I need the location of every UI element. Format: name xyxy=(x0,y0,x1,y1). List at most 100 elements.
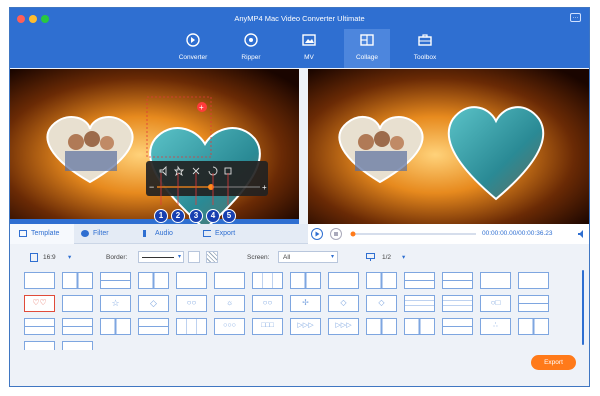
svg-text:−: − xyxy=(149,182,154,192)
converter-icon xyxy=(186,33,200,47)
tab-audio[interactable]: Audio xyxy=(143,224,198,244)
svg-text:+: + xyxy=(199,103,204,112)
template-item[interactable] xyxy=(404,295,435,312)
edit-preview-panel: + − + 1 2 3 4 5 xyxy=(10,69,299,231)
template-item[interactable] xyxy=(290,272,321,289)
screen-select-value: All xyxy=(283,254,291,261)
template-scrollbar[interactable] xyxy=(582,270,584,345)
template-item[interactable] xyxy=(100,318,131,335)
nav-toolbox[interactable]: Toolbox xyxy=(402,29,448,68)
chevron-down-icon: ▾ xyxy=(330,254,334,260)
collage-preview-canvas xyxy=(308,69,589,225)
template-item[interactable] xyxy=(138,318,169,335)
template-item[interactable] xyxy=(480,272,511,289)
nav-collage-label: Collage xyxy=(355,54,379,61)
template-item[interactable]: ○○ xyxy=(252,295,283,312)
border-label: Border: xyxy=(106,254,128,261)
feedback-icon[interactable]: … xyxy=(570,13,581,22)
chevron-down-icon[interactable]: ▾ xyxy=(68,253,71,261)
template-item[interactable]: □□□ xyxy=(252,318,283,335)
tab-audio-label: Audio xyxy=(155,230,173,237)
collage-edit-canvas: + − + xyxy=(10,69,299,231)
template-item[interactable] xyxy=(442,272,473,289)
template-item[interactable] xyxy=(366,272,397,289)
border-style-select[interactable]: ▾ xyxy=(138,251,184,263)
template-item[interactable] xyxy=(404,318,435,335)
tab-export[interactable]: Export xyxy=(203,224,258,244)
toolbox-icon xyxy=(418,34,432,46)
collage-icon xyxy=(360,34,374,46)
template-item[interactable] xyxy=(518,272,549,289)
template-item[interactable] xyxy=(24,341,55,350)
template-item[interactable]: ○□ xyxy=(480,295,511,312)
template-item[interactable] xyxy=(62,272,93,289)
nav-toolbox-label: Toolbox xyxy=(413,54,437,61)
nav-collage[interactable]: Collage xyxy=(344,29,390,68)
audio-icon xyxy=(143,229,151,237)
template-item[interactable] xyxy=(138,272,169,289)
output-preview-panel xyxy=(308,69,589,225)
template-item[interactable]: ◇ xyxy=(138,295,169,312)
template-item[interactable] xyxy=(328,272,359,289)
app-title: AnyMP4 Mac Video Converter Ultimate xyxy=(234,14,365,23)
badge-2: 2 xyxy=(171,209,185,223)
tab-filter[interactable]: Filter xyxy=(81,224,136,244)
template-item[interactable]: ☆ xyxy=(100,295,131,312)
tab-filter-label: Filter xyxy=(93,230,109,237)
template-item[interactable] xyxy=(518,295,549,312)
template-item[interactable] xyxy=(518,318,549,335)
template-item[interactable]: ▷▷▷ xyxy=(328,318,359,335)
screen-select[interactable]: All ▾ xyxy=(278,251,338,263)
nav-converter[interactable]: Converter xyxy=(170,29,216,68)
template-item[interactable] xyxy=(62,318,93,335)
export-icon xyxy=(203,229,211,237)
svg-text:+: + xyxy=(262,183,267,192)
template-item[interactable] xyxy=(24,272,55,289)
template-item[interactable]: ○○ xyxy=(176,295,207,312)
mv-icon xyxy=(302,34,316,46)
page-indicator: 1/2 xyxy=(382,254,392,261)
template-toolbar: 16:9 ▾ Border: ▾ Screen: All ▾ 1/2 ▾ xyxy=(10,247,589,267)
template-item[interactable]: ∴ xyxy=(480,318,511,335)
export-button[interactable]: Export xyxy=(531,355,576,370)
template-item[interactable] xyxy=(176,318,207,335)
template-item[interactable] xyxy=(62,295,93,312)
template-item[interactable]: ✢ xyxy=(290,295,321,312)
template-item[interactable] xyxy=(366,318,397,335)
template-item[interactable] xyxy=(442,295,473,312)
template-item[interactable]: ◇ xyxy=(366,295,397,312)
badge-1: 1 xyxy=(154,209,168,223)
template-item[interactable]: ▷▷▷ xyxy=(290,318,321,335)
template-item[interactable] xyxy=(100,272,131,289)
tab-template[interactable]: Template xyxy=(10,224,74,244)
nav-converter-label: Converter xyxy=(178,54,208,61)
template-item[interactable] xyxy=(404,272,435,289)
template-item[interactable]: ○○○ xyxy=(214,318,245,335)
chevron-down-icon[interactable]: ▾ xyxy=(402,253,405,261)
badge-5: 5 xyxy=(222,209,236,223)
nav-mv[interactable]: MV xyxy=(286,29,332,68)
border-pattern-button[interactable] xyxy=(206,251,218,263)
player-controls: 00:00:00.00/00:00:36.23 xyxy=(308,224,589,244)
nav-ripper-label: Ripper xyxy=(241,54,261,61)
template-item[interactable] xyxy=(252,272,283,289)
template-item[interactable] xyxy=(214,272,245,289)
app-window: AnyMP4 Mac Video Converter Ultimate … Co… xyxy=(9,7,590,387)
template-item[interactable] xyxy=(24,318,55,335)
template-item[interactable] xyxy=(176,272,207,289)
screen-label: Screen: xyxy=(247,254,270,261)
badge-4: 4 xyxy=(206,209,220,223)
title-bar: AnyMP4 Mac Video Converter Ultimate … Co… xyxy=(10,8,589,68)
tab-template-label: Template xyxy=(31,230,60,237)
border-color-button[interactable] xyxy=(188,251,200,263)
template-item[interactable]: ◇ xyxy=(328,295,359,312)
nav-ripper[interactable]: Ripper xyxy=(228,29,274,68)
template-item-selected[interactable]: ♡♡ xyxy=(24,295,55,312)
volume-icon[interactable] xyxy=(577,229,587,239)
template-item[interactable] xyxy=(442,318,473,335)
template-item[interactable]: ☼ xyxy=(214,295,245,312)
template-icon xyxy=(19,229,27,237)
playback-time: 00:00:00.00/00:00:36.23 xyxy=(482,230,553,237)
template-item[interactable] xyxy=(62,341,93,350)
aspect-ratio-select[interactable]: 16:9 xyxy=(43,254,56,261)
